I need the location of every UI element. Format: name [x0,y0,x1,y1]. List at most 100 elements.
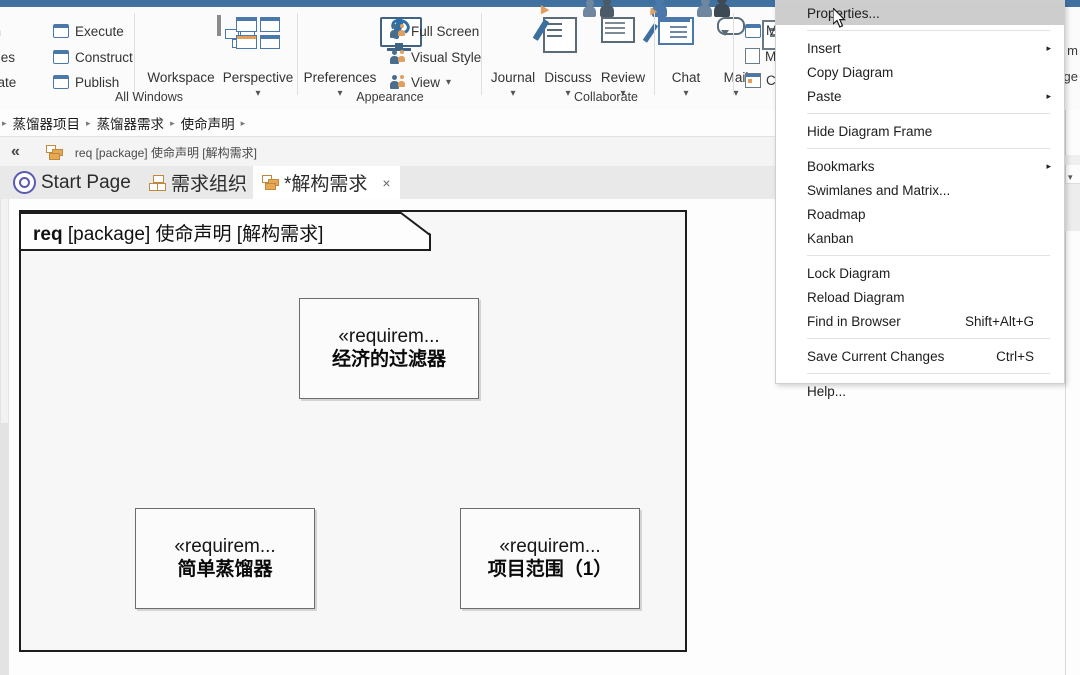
application-window: gn erties borate Execute Construct Publi… [0,0,1080,675]
menu-item-label: Swimlanes and Matrix... [807,182,951,198]
diagram-frame-title-prefix: req [33,224,63,245]
canvas-left-scrollbar[interactable] [0,199,9,675]
node-name: 经济的过滤器 [331,348,446,370]
ribbon-item-construct[interactable]: Construct [53,45,133,69]
node-name: 项目范围（1） [487,558,613,580]
menu-item-help[interactable]: Help... [776,379,1064,403]
requirement-node-project-scope[interactable]: «requirem... 项目范围（1） [460,508,640,609]
window-icon [53,75,69,89]
organization-icon [149,174,166,191]
ribbon-item-label: Publish [75,74,120,90]
menu-item-bookmarks[interactable]: Bookmarks ▸ [776,154,1064,178]
menu-item-lock-diagram[interactable]: Lock Diagram [776,261,1064,285]
preferences-button[interactable]: Preferences ▾ [302,11,422,99]
canvas-left-scrollbar-thumb[interactable] [1,199,8,423]
menu-item-label: Insert [807,40,841,56]
menu-item-save-current-changes[interactable]: Save Current Changes Ctrl+S [776,344,1064,368]
menu-item-insert[interactable]: Insert ▸ [776,36,1064,60]
menu-separator [807,113,1050,114]
tab-deconstructed-requirements[interactable]: *解构需求 × [253,166,400,199]
node-stereotype: «requirem... [338,325,440,347]
menu-item-label: Reload Diagram [807,289,905,305]
menu-item-copy-diagram[interactable]: Copy Diagram [776,60,1064,84]
menu-item-label: Save Current Changes [807,348,945,364]
chat-button[interactable]: Chat ▾ [660,0,745,99]
diagram-context-menu[interactable]: Properties... Insert ▸ Copy Diagram Past… [775,0,1065,399]
ribbon-item-label: Construct [75,49,133,65]
menu-separator [807,148,1050,149]
menu-separator [807,338,1050,339]
ribbon-item-execute[interactable]: Execute [53,19,124,43]
menu-item-reload-diagram[interactable]: Reload Diagram [776,285,1064,309]
menu-item-label: Hide Diagram Frame [807,123,933,139]
menu-item-properties[interactable]: Properties... [776,1,1064,25]
ribbon-item-visual-style[interactable]: Visual Style [390,45,481,69]
breadcrumb-separator: ▸ [240,117,246,128]
menu-item-paste[interactable]: Paste ▸ [776,84,1064,108]
chevron-down-icon[interactable]: ▾ [1068,172,1073,183]
requirement-node-economic-filter[interactable]: «requirem... 经济的过滤器 [299,298,479,399]
ribbon-group-appearance: Preferences ▾ Full Screen Visual Style V… [298,7,482,110]
review-button-label: Review [600,70,646,85]
people-icon [390,24,405,38]
ribbon-item-full-screen[interactable]: Full Screen [390,19,479,43]
ribbon-item-calendar-clipped[interactable]: C [745,73,776,88]
menu-item-label: Roadmap [807,206,866,222]
ribbon-group-label: Appearance [356,90,424,104]
tab-start-page[interactable]: Start Page [4,166,140,199]
people-icon [390,50,405,64]
collapse-panel-button[interactable]: « [11,143,20,161]
diagram-frame-title-rest: [package] 使命声明 [解构需求] [62,224,324,245]
right-dock-section[interactable] [1065,183,1080,231]
menu-item-label: Bookmarks [807,158,875,174]
ribbon-edge-fragment-2: ge [1063,69,1078,84]
workspace-button[interactable]: Workspace [143,11,255,99]
diagram-frame[interactable]: req [package] 使命声明 [解构需求] «requirem... 经… [19,210,687,652]
menu-item-roadmap[interactable]: Roadmap [776,202,1064,226]
preferences-button-label: Preferences [303,70,377,85]
mouse-cursor [833,8,846,28]
menu-item-label: Lock Diagram [807,265,891,281]
tab-requirement-organization[interactable]: 需求组织 [140,166,256,199]
calendar-icon [745,73,761,88]
tab-label: Start Page [41,171,131,193]
node-name: 简单蒸馏器 [177,558,273,580]
journal-button[interactable]: Journal ▾ [484,4,577,99]
ribbon-item-label: View [411,74,441,90]
diagram-path-text: req [package] 使命声明 [解构需求] [74,145,257,160]
ribbon-edge-fragment-1: m [1067,43,1078,58]
perspective-icon [236,17,280,49]
menu-item-label: Find in Browser [807,313,901,329]
breadcrumb-separator: ▸ [170,117,175,128]
review-button[interactable]: Review ▾ [594,0,694,99]
menu-item-shortcut: Shift+Alt+G [964,313,1034,329]
node-stereotype: «requirem... [174,535,276,557]
perspective-button[interactable]: Perspective ▾ [220,11,296,99]
requirement-node-simple-distiller[interactable]: «requirem... 简单蒸馏器 [135,508,315,609]
menu-item-swimlanes-and-matrix[interactable]: Swimlanes and Matrix... [776,178,1064,202]
breadcrumb-item-project[interactable]: 蒸馏器项目 [13,113,81,133]
menu-item-find-in-browser[interactable]: Find in Browser Shift+Alt+G [776,309,1064,333]
ribbon-item-label: Visual Style [411,49,482,65]
menu-separator [807,30,1050,31]
tab-label: *解构需求 [284,174,368,195]
package-icon [45,144,63,160]
ribbon-item-model-clipped[interactable]: M [745,23,777,38]
breadcrumb-item-mission[interactable]: 使命声明 [181,113,235,133]
menu-item-hide-diagram-frame[interactable]: Hide Diagram Frame [776,119,1064,143]
start-page-icon [13,171,36,194]
submenu-arrow-icon: ▸ [1046,90,1051,101]
close-icon[interactable]: × [382,175,390,191]
breadcrumb-leading-arrow: ▸ [2,117,7,128]
ribbon-group-all-windows: Execute Construct Publish Workspace Pers… [0,7,298,110]
menu-separator [807,373,1050,374]
chevron-down-icon[interactable]: ▾ [446,77,451,88]
menu-item-shortcut: Ctrl+S [996,348,1034,364]
tab-label: 需求组织 [171,174,248,195]
discuss-button[interactable]: Discuss ▾ [539,0,635,99]
ribbon-group-collaborate: Journal ▾ Discuss ▾ Review ▾ Chat ▾ Mail… [482,0,810,110]
menu-item-kanban[interactable]: Kanban [776,226,1064,250]
breadcrumb-item-requirements[interactable]: 蒸馏器需求 [97,113,165,133]
right-dock-divider [1065,155,1080,165]
ribbon-item-document-clipped[interactable]: M [745,48,776,64]
